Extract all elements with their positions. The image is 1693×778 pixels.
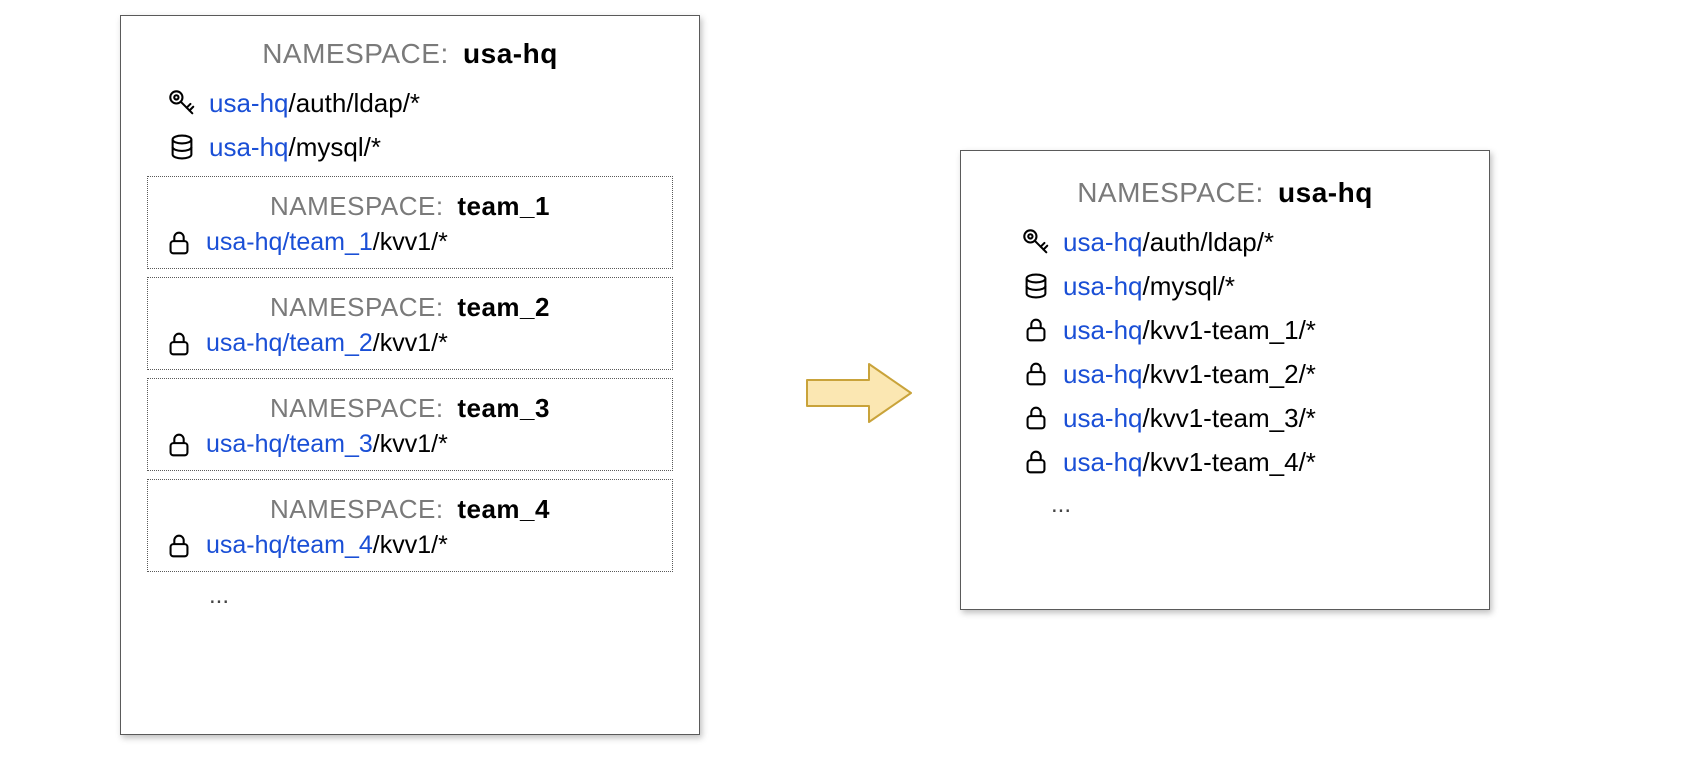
path-row: usa-hq/team_2 /kvv1/* (162, 329, 660, 359)
path-row: usa-hq/team_1 /kvv1/* (162, 228, 660, 258)
sub-namespace: NAMESPACE: team_3 usa-hq/team_3 /kvv1/* (147, 378, 673, 471)
namespace-title: NAMESPACE: usa-hq (147, 38, 673, 70)
namespace-name: team_1 (457, 191, 550, 221)
path-rest: /mysql/* (1143, 272, 1235, 301)
namespace-label: NAMESPACE: (270, 292, 444, 322)
path-rest: /auth/ldap/* (1143, 228, 1275, 257)
path-row: usa-hq /kvv1-team_3/* (1019, 403, 1461, 433)
path-rest: /kvv1-team_4/* (1143, 448, 1316, 477)
lock-icon (162, 430, 196, 460)
path-link: usa-hq (1063, 228, 1143, 257)
path-row: usa-hq /mysql/* (165, 132, 673, 162)
path-link: usa-hq (209, 133, 289, 162)
lock-icon (1019, 315, 1053, 345)
path-row: usa-hq /kvv1-team_4/* (1019, 447, 1461, 477)
namespace-name: usa-hq (1278, 177, 1373, 208)
path-link: usa-hq/team_1 (206, 229, 373, 257)
path-row: usa-hq /kvv1-team_1/* (1019, 315, 1461, 345)
ellipsis: ... (1051, 491, 1461, 519)
arrow-icon (805, 362, 915, 424)
database-icon (165, 132, 199, 162)
path-link: usa-hq/team_4 (206, 532, 373, 560)
path-rest: /kvv1-team_3/* (1143, 404, 1316, 433)
namespace-label: NAMESPACE: (262, 38, 449, 69)
namespace-title: NAMESPACE: team_2 (160, 292, 660, 323)
namespace-name: team_2 (457, 292, 550, 322)
path-row: usa-hq/team_3 /kvv1/* (162, 430, 660, 460)
namespace-title: NAMESPACE: team_1 (160, 191, 660, 222)
path-row: usa-hq /mysql/* (1019, 271, 1461, 301)
path-rest: /kvv1-team_2/* (1143, 360, 1316, 389)
sub-namespace: NAMESPACE: team_2 usa-hq/team_2 /kvv1/* (147, 277, 673, 370)
namespace-label: NAMESPACE: (270, 393, 444, 423)
path-link: usa-hq (1063, 272, 1143, 301)
path-link: usa-hq/team_2 (206, 330, 373, 358)
namespace-title: NAMESPACE: team_3 (160, 393, 660, 424)
lock-icon (1019, 359, 1053, 389)
path-rest: /auth/ldap/* (289, 89, 421, 118)
ellipsis: ... (209, 582, 673, 610)
namespace-name: team_4 (457, 494, 550, 524)
path-link: usa-hq (1063, 404, 1143, 433)
path-link: usa-hq (1063, 316, 1143, 345)
lock-icon (1019, 447, 1053, 477)
path-rest: /kvv1/* (373, 431, 448, 459)
path-row: usa-hq /kvv1-team_2/* (1019, 359, 1461, 389)
path-link: usa-hq (1063, 360, 1143, 389)
path-rest: /mysql/* (289, 133, 381, 162)
path-row: usa-hq/team_4 /kvv1/* (162, 531, 660, 561)
namespace-title: NAMESPACE: team_4 (160, 494, 660, 525)
namespace-name: team_3 (457, 393, 550, 423)
namespace-name: usa-hq (463, 38, 558, 69)
path-row: usa-hq /auth/ldap/* (1019, 227, 1461, 257)
namespace-panel-before: NAMESPACE: usa-hq usa-hq /auth/ldap/* us… (120, 15, 700, 735)
lock-icon (162, 228, 196, 258)
lock-icon (162, 531, 196, 561)
path-rest: /kvv1/* (373, 532, 448, 560)
namespace-panel-after: NAMESPACE: usa-hq usa-hq /auth/ldap/* us… (960, 150, 1490, 610)
database-icon (1019, 271, 1053, 301)
path-rest: /kvv1/* (373, 229, 448, 257)
namespace-title: NAMESPACE: usa-hq (989, 177, 1461, 209)
path-row: usa-hq /auth/ldap/* (165, 88, 673, 118)
path-link: usa-hq (209, 89, 289, 118)
namespace-label: NAMESPACE: (270, 191, 444, 221)
path-rest: /kvv1/* (373, 330, 448, 358)
namespace-label: NAMESPACE: (270, 494, 444, 524)
namespace-label: NAMESPACE: (1077, 177, 1264, 208)
lock-icon (162, 329, 196, 359)
sub-namespace: NAMESPACE: team_4 usa-hq/team_4 /kvv1/* (147, 479, 673, 572)
key-icon (165, 88, 199, 118)
key-icon (1019, 227, 1053, 257)
sub-namespace: NAMESPACE: team_1 usa-hq/team_1 /kvv1/* (147, 176, 673, 269)
path-rest: /kvv1-team_1/* (1143, 316, 1316, 345)
lock-icon (1019, 403, 1053, 433)
path-link: usa-hq/team_3 (206, 431, 373, 459)
path-link: usa-hq (1063, 448, 1143, 477)
